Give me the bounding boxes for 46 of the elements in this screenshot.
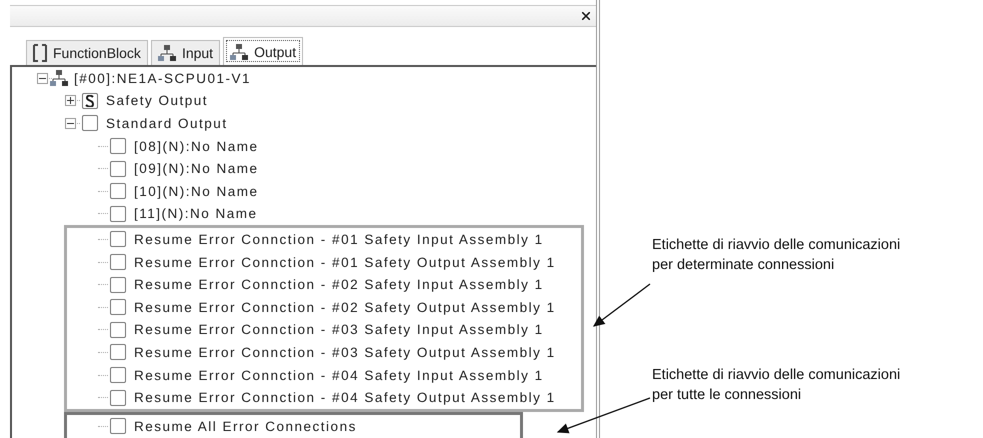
network-icon [230,44,248,60]
block-icon [33,44,47,62]
checkbox[interactable] [110,390,126,406]
checkbox[interactable] [110,231,126,248]
checkbox[interactable] [110,183,126,200]
callout-text: Etichette di riavvio delle comunicazioni per tutte le connessioni [652,366,900,405]
checkbox[interactable] [110,160,126,177]
tab[interactable]: FunctionBlock [26,40,148,65]
checkbox[interactable] [110,138,126,154]
checkbox[interactable] [110,299,126,316]
checkbox[interactable] [110,367,126,384]
callout-text: Etichette di riavvio delle comunicazioni per determinate connessioni [652,236,900,275]
safety-icon [82,92,98,109]
expand-toggle[interactable] [64,95,76,106]
tree-item-label[interactable]: Resume Error Connction - #04 Safety Output Assembly 1 [132,390,556,406]
tab[interactable]: Input [150,40,220,65]
tree-item-label[interactable]: [#00]:NE1A-SCPU01-V1 [72,70,252,86]
tree-item-label[interactable]: Resume Error Connction - #01 Safety Output Assembly 1 [132,254,556,270]
collapse-toggle[interactable] [36,72,48,84]
close-icon[interactable] [582,12,590,20]
plus-icon [66,97,74,104]
checkbox[interactable] [110,322,126,338]
checkbox[interactable] [110,276,126,293]
tree-item-label[interactable]: Standard Output [104,116,228,131]
tree-item-label[interactable]: [08](N):No Name [132,138,259,154]
tree-item-label[interactable]: Resume Error Connction - #03 Safety Input Assembly 1 [132,322,544,338]
tree-item-label[interactable]: [11](N):No Name [132,206,258,222]
tree-item-label[interactable]: [09](N):No Name [132,161,259,176]
network-icon [50,70,68,86]
tree-item-label[interactable]: Safety Output [104,93,208,108]
collapse-toggle[interactable] [64,118,76,129]
checkbox[interactable] [110,254,126,270]
tree-item-label[interactable]: Resume Error Connction - #02 Safety Input Assembly 1 [132,277,544,292]
arrow [592,283,650,327]
tree-item-label[interactable]: Resume All Error Connections [132,418,357,434]
checkbox[interactable] [110,206,126,222]
checkbox[interactable] [82,115,98,132]
tree-item-label[interactable]: [10](N):No Name [132,184,259,199]
checkbox[interactable] [110,418,126,434]
tab[interactable]: Output [223,37,304,65]
checkbox[interactable] [110,344,126,360]
tree-item-label[interactable]: Resume Error Connction - #04 Safety Input Assembly 1 [132,368,544,383]
tree-item-label[interactable]: Resume Error Connction - #01 Safety Input Assembly 1 [132,232,544,247]
network-icon [158,45,176,61]
tree-item-label[interactable]: Resume Error Connction - #02 Safety Output Assembly 1 [132,300,556,315]
tree-item-label[interactable]: Resume Error Connction - #03 Safety Output Assembly 1 [132,344,556,360]
